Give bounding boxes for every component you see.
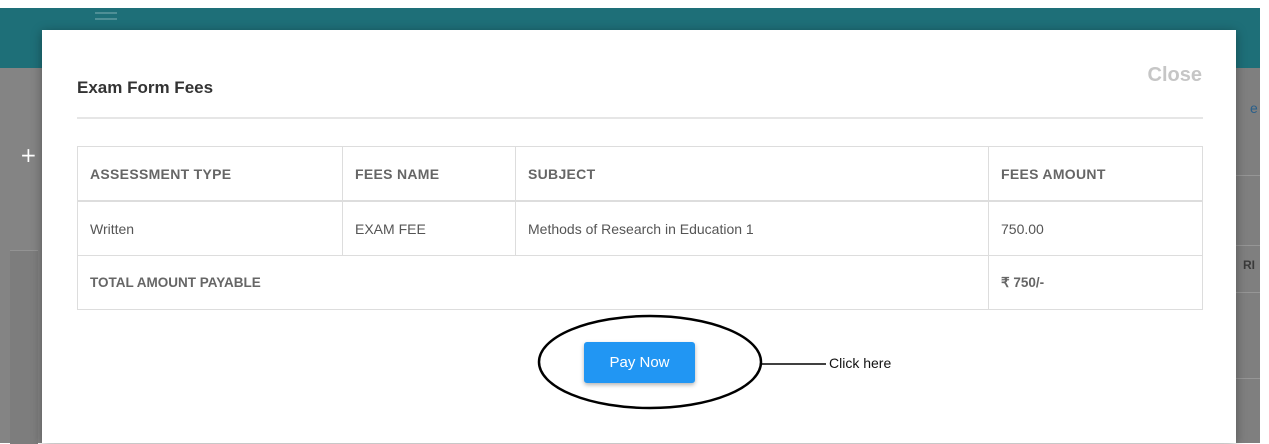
- background-right-panel: [1236, 68, 1260, 443]
- click-here-label: Click here: [829, 355, 892, 371]
- plus-icon[interactable]: +: [20, 143, 37, 167]
- pay-now-button[interactable]: Pay Now: [584, 342, 695, 383]
- hamburger-menu-icon[interactable]: [95, 12, 117, 26]
- background-divider: [1236, 378, 1260, 379]
- background-divider: [1236, 175, 1260, 176]
- background-text-fragment: e: [1250, 100, 1258, 116]
- background-divider: [1236, 292, 1260, 293]
- background-left-panel: [10, 250, 38, 444]
- background-divider: [1236, 245, 1260, 246]
- background-text-fragment: RI: [1243, 258, 1255, 272]
- exam-fees-modal: Exam Form Fees Close ASSESSMENT TYPE FEE…: [42, 30, 1236, 443]
